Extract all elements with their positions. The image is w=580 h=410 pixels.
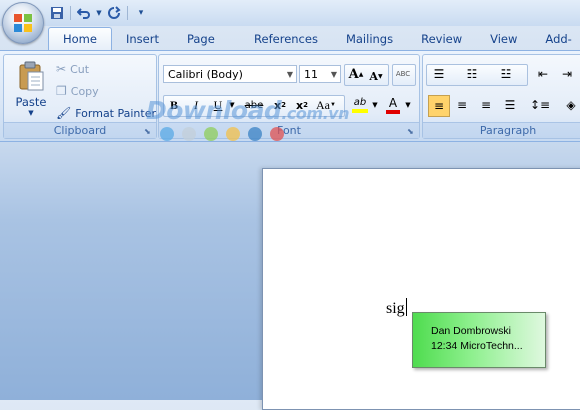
align-right-icon[interactable]: ≡ (476, 95, 496, 115)
font-name-value: Calibri (Body) (168, 68, 243, 81)
format-painter-label: Format Painter (75, 106, 157, 120)
toolbar-separator (127, 6, 128, 20)
decrease-indent-icon[interactable]: ⇤ (533, 64, 553, 84)
highlight-label: ab (353, 97, 367, 108)
watermark-dot (204, 127, 218, 141)
autocomplete-line-1: Dan Dombrowski (431, 325, 511, 337)
font-color-button[interactable]: A (383, 95, 403, 115)
dialog-launcher-icon[interactable]: ⬊ (407, 127, 416, 136)
redo-icon[interactable] (105, 4, 123, 22)
watermark-suffix: .com.vn (281, 104, 349, 123)
paragraph-group-label: Paragraph (423, 122, 580, 138)
tab-mailings[interactable]: Mailings (332, 28, 407, 50)
tab-review[interactable]: Review (407, 28, 476, 50)
cut-label: Cut (70, 62, 90, 76)
shrink-font-button[interactable]: A ▼ (366, 66, 386, 86)
paste-button[interactable]: Paste ▼ (10, 59, 52, 121)
shrink-font-arrow-icon: ▼ (377, 72, 383, 80)
font-color-label: A (388, 95, 398, 110)
font-size-value: 11 (304, 68, 318, 81)
shrink-font-label: A (369, 69, 378, 83)
justify-icon[interactable]: ☰ (500, 95, 520, 115)
watermark-dot (160, 127, 174, 141)
watermark-dot (226, 127, 240, 141)
clipboard-group-label: Clipboard (4, 122, 156, 138)
highlight-button[interactable]: ab (349, 95, 371, 115)
chevron-down-icon[interactable]: ▼ (10, 109, 52, 117)
grow-font-arrow-icon: ▲ (358, 70, 364, 78)
undo-dropdown-icon[interactable]: ▼ (95, 4, 103, 22)
paragraph-group: ☰ ☷ ☳ ⇤ ⇥ ≡ ≡ ≡ ☰ ↕≡ ◈ Paragraph (422, 54, 580, 139)
document-typed-text[interactable]: sig (386, 298, 407, 318)
paste-label: Paste (15, 95, 47, 109)
paste-icon (17, 61, 45, 91)
chevron-down-icon: ▼ (330, 70, 337, 79)
increase-indent-icon[interactable]: ⇥ (557, 64, 577, 84)
ribbon-tabs: Home Insert Page Layout References Maili… (48, 26, 580, 68)
copy-icon: ❐ (56, 84, 67, 98)
clear-formatting-button[interactable]: ABC (392, 64, 414, 84)
highlight-color-bar (352, 109, 368, 113)
clipboard-group: Paste ▼ ✂ Cut ❐ Copy 🖌 Format Painter Cl… (3, 54, 157, 139)
tab-page-layout[interactable]: Page Layout (173, 28, 240, 68)
align-center-icon[interactable]: ≡ (452, 95, 472, 115)
text-caret (405, 298, 407, 316)
toolbar-separator (70, 6, 71, 20)
font-color-bar (386, 109, 400, 114)
grow-font-label: A (348, 66, 359, 82)
cut-button[interactable]: ✂ Cut (56, 59, 89, 79)
watermark-logo: Download.com.vn (146, 96, 349, 125)
copy-label: Copy (70, 84, 99, 98)
undo-icon[interactable] (75, 4, 93, 22)
tab-home[interactable]: Home (48, 27, 112, 50)
align-left-icon[interactable]: ≡ (428, 95, 450, 117)
numbering-icon[interactable]: ☷ (461, 64, 483, 84)
office-button[interactable] (2, 2, 44, 44)
typed-text: sig (386, 300, 405, 317)
tab-view[interactable]: View (476, 28, 531, 50)
multilevel-list-icon[interactable]: ☳ (495, 64, 517, 84)
office-logo-icon (14, 14, 32, 32)
clear-formatting-label: ABC (395, 70, 411, 78)
scissors-icon: ✂ (56, 62, 67, 76)
watermark-dots (160, 127, 284, 141)
watermark-dot (182, 127, 196, 141)
quick-access-toolbar: ▼ ▾ (48, 3, 150, 23)
format-painter-button[interactable]: 🖌 Format Painter (56, 103, 156, 123)
paintbrush-icon: 🖌 (56, 106, 72, 120)
watermark-dot (248, 127, 262, 141)
watermark-text: Download (146, 96, 282, 125)
font-name-combo[interactable]: Calibri (Body) ▼ (163, 65, 297, 83)
tab-add-ins[interactable]: Add-In (531, 28, 580, 68)
copy-button[interactable]: ❐ Copy (56, 81, 99, 101)
autocomplete-tooltip[interactable]: Dan Dombrowski 12:34 MicroTechn... (412, 312, 546, 368)
tab-references[interactable]: References (240, 28, 332, 50)
chevron-down-icon[interactable]: ▼ (404, 95, 412, 115)
bullets-icon[interactable]: ☰ (428, 64, 450, 84)
line-spacing-icon[interactable]: ↕≡ (527, 95, 553, 115)
shading-icon[interactable]: ◈ (561, 95, 580, 115)
chevron-down-icon[interactable]: ▼ (371, 95, 379, 115)
tab-insert[interactable]: Insert (112, 28, 173, 50)
font-size-combo[interactable]: 11 ▼ (299, 65, 341, 83)
dialog-launcher-icon[interactable]: ⬊ (144, 127, 153, 136)
grow-font-button[interactable]: A ▲ (346, 64, 366, 84)
document-page[interactable] (262, 168, 580, 410)
autocomplete-line-2: 12:34 MicroTechn... (431, 340, 523, 352)
floppy-disk-icon[interactable] (48, 4, 66, 22)
chevron-down-icon: ▼ (286, 70, 293, 79)
chevron-down-icon[interactable]: ▾ (132, 4, 150, 22)
watermark-dot (270, 127, 284, 141)
